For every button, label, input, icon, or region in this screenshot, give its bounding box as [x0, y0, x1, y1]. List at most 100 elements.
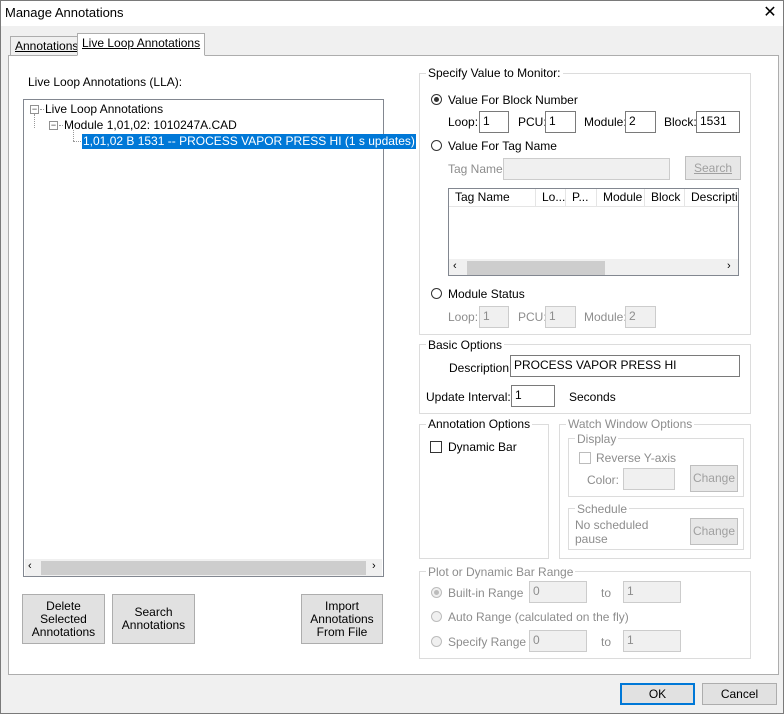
tree-caption: Live Loop Annotations (LLA):	[28, 75, 183, 89]
tree-root-node[interactable]: Live Loop Annotations	[45, 102, 163, 116]
annotation-tree[interactable]: − Live Loop Annotations − Module 1,01,02…	[23, 99, 417, 577]
module-input[interactable]: 2	[625, 111, 656, 133]
tag-list-view[interactable]: Tag Name Lo... P... Module Block Descrip…	[448, 188, 739, 276]
import-annotations-button[interactable]: Import Annotations From File	[301, 594, 383, 644]
schedule-text: No scheduled pause	[575, 518, 649, 546]
status-pcu-input[interactable]: 1	[545, 306, 576, 328]
window-title: Manage Annotations	[5, 5, 124, 20]
collapse-module-icon[interactable]: −	[49, 121, 58, 130]
loop-input[interactable]: 1	[479, 111, 509, 133]
import-button-label: Import Annotations From File	[310, 598, 374, 639]
status-module-input[interactable]: 2	[625, 306, 656, 328]
specify-to-label: to	[601, 635, 612, 649]
ok-button[interactable]: OK	[620, 683, 695, 705]
scroll-left-icon[interactable]: ‹	[453, 260, 457, 272]
tree-connector	[34, 114, 35, 128]
module-label: Module:	[584, 115, 627, 129]
search-button-label: Search Annotations	[121, 605, 186, 632]
status-pcu-label: PCU:	[518, 310, 547, 324]
tab-annotations[interactable]: Annotations	[10, 36, 84, 56]
auto-range-radio[interactable]	[431, 611, 442, 622]
column-header-block[interactable]: Block	[645, 189, 685, 207]
module-status-label[interactable]: Module Status	[448, 287, 525, 301]
update-interval-input[interactable]: 1	[511, 385, 555, 407]
search-annotations-button[interactable]: Search Annotations	[112, 594, 195, 644]
collapse-root-icon[interactable]: −	[30, 105, 39, 114]
value-for-tag-label[interactable]: Value For Tag Name	[448, 139, 557, 153]
cancel-button[interactable]: Cancel	[702, 683, 777, 705]
reverse-y-axis-label[interactable]: Reverse Y-axis	[596, 451, 676, 465]
column-header-module[interactable]: Module	[597, 189, 645, 207]
specify-range-radio[interactable]	[431, 636, 442, 647]
builtin-range-label[interactable]: Built-in Range	[448, 586, 523, 600]
tree-horizontal-scrollbar[interactable]: ‹ ›	[25, 559, 382, 576]
dynamic-bar-label[interactable]: Dynamic Bar	[448, 440, 517, 454]
builtin-from-input[interactable]: 0	[529, 581, 587, 603]
specify-to-input[interactable]: 1	[623, 630, 681, 652]
tab-live-loop-annotations[interactable]: Live Loop Annotations	[77, 33, 206, 56]
column-header-tag-name[interactable]: Tag Name	[449, 189, 536, 207]
tag-name-label: Tag Name:	[448, 162, 507, 176]
tag-name-input[interactable]	[503, 158, 670, 180]
scroll-thumb[interactable]	[41, 561, 366, 575]
scroll-right-icon[interactable]: ›	[372, 560, 376, 572]
delete-selected-annotations-button[interactable]: Delete Selected Annotations	[22, 594, 105, 644]
status-loop-label: Loop:	[448, 310, 479, 324]
pcu-input[interactable]: 1	[545, 111, 576, 133]
schedule-change-button[interactable]: Change	[690, 518, 738, 545]
plot-range-legend: Plot or Dynamic Bar Range	[426, 565, 576, 579]
pcu-label: PCU:	[518, 115, 547, 129]
description-label: Description:	[449, 361, 513, 375]
column-header-pcu[interactable]: P...	[566, 189, 597, 207]
schedule-legend: Schedule	[575, 502, 630, 516]
status-module-label: Module:	[584, 310, 627, 324]
tab-annotations-label: Annotations	[15, 39, 79, 53]
reverse-y-axis-checkbox[interactable]	[579, 452, 591, 464]
specify-from-input[interactable]: 0	[529, 630, 587, 652]
column-header-loop[interactable]: Lo...	[536, 189, 566, 207]
tree-connector	[73, 141, 81, 142]
scroll-right-icon[interactable]: ›	[727, 260, 731, 272]
module-status-radio[interactable]	[431, 288, 442, 299]
cancel-label: Cancel	[720, 686, 759, 701]
color-change-label: Change	[692, 471, 736, 485]
close-icon[interactable]: ✕	[757, 2, 783, 24]
basic-options-legend: Basic Options	[426, 338, 505, 352]
value-for-block-label[interactable]: Value For Block Number	[448, 93, 578, 107]
color-label: Color:	[587, 473, 620, 487]
scroll-left-icon[interactable]: ‹	[28, 560, 32, 572]
specify-value-legend: Specify Value to Monitor:	[426, 66, 563, 80]
auto-range-label[interactable]: Auto Range (calculated on the fly)	[448, 610, 629, 624]
builtin-range-radio[interactable]	[431, 587, 442, 598]
update-interval-unit: Seconds	[569, 390, 616, 404]
value-for-block-radio[interactable]	[431, 94, 442, 105]
color-change-button[interactable]: Change	[690, 465, 738, 492]
update-interval-label: Update Interval:	[426, 390, 511, 404]
tree-connector	[73, 130, 74, 141]
column-header-description[interactable]: Description	[685, 189, 738, 207]
scroll-thumb[interactable]	[467, 261, 605, 275]
tree-connector	[59, 125, 63, 126]
schedule-change-label: Change	[692, 524, 736, 538]
loop-label: Loop:	[448, 115, 479, 129]
tab-live-loop-label: Live Loop Annotations	[82, 36, 201, 50]
tag-list-horizontal-scrollbar[interactable]: ‹ ›	[449, 259, 738, 275]
status-loop-input[interactable]: 1	[479, 306, 509, 328]
tag-search-button[interactable]: Search	[685, 156, 741, 180]
value-for-tag-radio[interactable]	[431, 140, 442, 151]
description-input[interactable]: PROCESS VAPOR PRESS HI	[510, 355, 740, 377]
block-input[interactable]: 1531	[696, 111, 740, 133]
color-swatch[interactable]	[623, 468, 675, 490]
block-label: Block:	[664, 115, 697, 129]
tree-module-node[interactable]: Module 1,01,02: 1010247A.CAD	[64, 118, 237, 132]
specify-range-label[interactable]: Specify Range	[448, 635, 526, 649]
watch-window-options-legend: Watch Window Options	[566, 417, 695, 431]
display-legend: Display	[575, 432, 619, 446]
annotation-options-legend: Annotation Options	[426, 417, 533, 431]
builtin-to-input[interactable]: 1	[623, 581, 681, 603]
ok-label: OK	[648, 686, 667, 701]
tree-selected-annotation[interactable]: 1,01,02 B 1531 -- PROCESS VAPOR PRESS HI…	[81, 133, 417, 150]
dynamic-bar-checkbox[interactable]	[430, 441, 442, 453]
tag-search-label: Search	[693, 160, 733, 175]
builtin-to-label: to	[601, 586, 612, 600]
